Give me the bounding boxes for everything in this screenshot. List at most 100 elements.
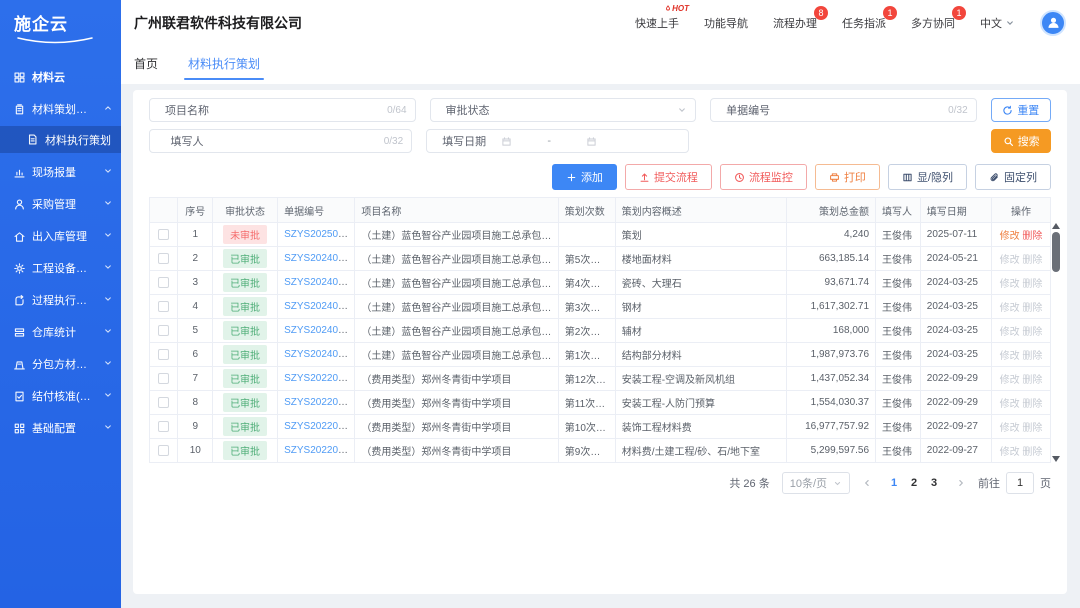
approval-status-filter[interactable]: 审批状态 — [430, 98, 697, 122]
row-checkbox[interactable] — [158, 397, 169, 408]
row-checkbox[interactable] — [158, 253, 169, 264]
delete-action[interactable]: 删除 — [1022, 327, 1042, 338]
sidebar-item-2[interactable]: 材料执行策划 — [0, 126, 121, 153]
tab-material-execution-planning[interactable]: 材料执行策划 — [188, 55, 260, 84]
doc-no-link[interactable]: SZYS2022091700 — [284, 421, 355, 432]
amount-cell: 1,437,052.34 — [786, 367, 875, 391]
sidebar-item-3[interactable]: 现场报量 — [0, 156, 121, 188]
edit-action[interactable]: 修改 — [1000, 399, 1020, 410]
page-number-1[interactable]: 1 — [884, 477, 904, 489]
toolbar-button-1[interactable]: 提交流程 — [625, 164, 712, 190]
write-date-filter[interactable]: 填写日期 - — [426, 129, 689, 153]
toolbar-button-5[interactable]: 固定列 — [975, 164, 1051, 190]
doc-no-link[interactable]: SZYS2022091709 — [284, 373, 355, 384]
toolbar-button-4[interactable]: 显/隐列 — [888, 164, 967, 190]
page-number-2[interactable]: 2 — [904, 477, 924, 489]
edit-action[interactable]: 修改 — [1000, 279, 1020, 290]
header-nav-item-1[interactable]: 功能导航 — [704, 15, 748, 31]
toolbar-button-2[interactable]: 流程监控 — [720, 164, 807, 190]
sidebar-item-4[interactable]: 采购管理 — [0, 188, 121, 220]
pagination: 共 26 条 10条/页 123 前往 页 — [149, 472, 1051, 494]
edit-action[interactable]: 修改 — [1000, 231, 1020, 242]
scroll-up-icon[interactable] — [1052, 223, 1060, 229]
header-nav-item-4[interactable]: 多方协同1 — [911, 15, 955, 31]
language-switcher[interactable]: 中文 — [980, 15, 1015, 31]
row-checkbox[interactable] — [158, 277, 169, 288]
row-checkbox[interactable] — [158, 421, 169, 432]
doc-no-link[interactable]: SZYS2024033301 — [284, 349, 355, 360]
doc-no-link[interactable]: SZYS2024033302 — [284, 325, 355, 336]
goto-page-input[interactable] — [1006, 472, 1034, 494]
row-checkbox[interactable] — [158, 373, 169, 384]
user-avatar[interactable] — [1040, 10, 1066, 36]
row-checkbox[interactable] — [158, 445, 169, 456]
doc-no-input[interactable] — [785, 104, 940, 116]
header-nav-item-3[interactable]: 任务指派1 — [842, 15, 886, 31]
table-vertical-scrollbar[interactable] — [1052, 223, 1061, 462]
tab-home[interactable]: 首页 — [134, 55, 158, 84]
sidebar-item-6[interactable]: 工程设备管理 — [0, 252, 121, 284]
delete-action[interactable]: 删除 — [1022, 231, 1042, 242]
project-name-input[interactable] — [224, 104, 379, 116]
row-checkbox[interactable] — [158, 349, 169, 360]
sidebar-item-9[interactable]: 分包方材料管理 — [0, 348, 121, 380]
gear-icon — [13, 262, 26, 275]
sidebar-item-0[interactable]: 材料云 — [0, 61, 121, 93]
row-checkbox[interactable] — [158, 301, 169, 312]
doc-no-link[interactable]: SZYS2022091708 — [284, 397, 355, 408]
scroll-down-icon[interactable] — [1052, 456, 1060, 462]
toolbar-button-label: 流程监控 — [749, 169, 793, 185]
edit-action[interactable]: 修改 — [1000, 423, 1020, 434]
doc-no-link[interactable]: SZYS2024053413 — [284, 253, 355, 264]
amount-cell: 168,000 — [786, 319, 875, 343]
delete-action[interactable]: 删除 — [1022, 351, 1042, 362]
doc-no-link[interactable]: SZYS2025074071 — [284, 229, 355, 240]
header-nav-item-0[interactable]: 快速上手HOT — [635, 15, 679, 31]
edit-action[interactable]: 修改 — [1000, 375, 1020, 386]
page-number-3[interactable]: 3 — [924, 477, 944, 489]
sidebar-item-1[interactable]: 材料策划管理 — [0, 93, 121, 125]
status-badge: 已审批 — [223, 417, 267, 436]
delete-action[interactable]: 删除 — [1022, 399, 1042, 410]
edit-action[interactable]: 修改 — [1000, 447, 1020, 458]
doc-no-filter: 单据编号 0/32 — [710, 98, 977, 122]
row-checkbox[interactable] — [158, 229, 169, 240]
edit-action[interactable]: 修改 — [1000, 327, 1020, 338]
delete-action[interactable]: 删除 — [1022, 423, 1042, 434]
delete-action[interactable]: 删除 — [1022, 279, 1042, 290]
toolbar-button-3[interactable]: 打印 — [815, 164, 880, 190]
sidebar-item-7[interactable]: 过程执行跟踪 — [0, 284, 121, 316]
sidebar-item-10[interactable]: 结付核准(供方报) — [0, 380, 121, 412]
page-size-select[interactable]: 10条/页 — [782, 472, 850, 494]
doc-no-link[interactable]: SZYS2022091699 — [284, 445, 355, 456]
writer-cell: 王俊伟 — [876, 391, 921, 415]
header-nav-items: 快速上手HOT 功能导航 流程办理8 任务指派1 多方协同1 — [635, 15, 955, 31]
doc-no-link[interactable]: SZYS2024033304 — [284, 277, 355, 288]
reset-button[interactable]: 重置 — [991, 98, 1051, 122]
header-nav-item-2[interactable]: 流程办理8 — [773, 15, 817, 31]
toolbar-button-0[interactable]: 添加 — [552, 164, 617, 190]
delete-action[interactable]: 删除 — [1022, 303, 1042, 314]
doc-no-link[interactable]: SZYS2024033303 — [284, 301, 355, 312]
edit-action[interactable]: 修改 — [1000, 255, 1020, 266]
sidebar-item-5[interactable]: 出入库管理 — [0, 220, 121, 252]
sidebar-item-11[interactable]: 基础配置 — [0, 412, 121, 444]
date-cell: 2024-03-25 — [920, 343, 991, 367]
summary-cell: 材料费/土建工程/砂、石/地下室 — [615, 439, 786, 463]
row-checkbox[interactable] — [158, 325, 169, 336]
writer-input[interactable] — [224, 135, 376, 147]
delete-action[interactable]: 删除 — [1022, 375, 1042, 386]
sidebar-item-label: 分包方材料管理 — [32, 356, 97, 372]
edit-action[interactable]: 修改 — [1000, 351, 1020, 362]
amount-cell: 93,671.74 — [786, 271, 875, 295]
search-button[interactable]: 搜索 — [991, 129, 1051, 153]
column-header: 序号 — [178, 198, 213, 223]
edit-action[interactable]: 修改 — [1000, 303, 1020, 314]
delete-action[interactable]: 删除 — [1022, 447, 1042, 458]
delete-action[interactable]: 删除 — [1022, 255, 1042, 266]
sidebar-item-8[interactable]: 仓库统计 — [0, 316, 121, 348]
scrollbar-thumb[interactable] — [1052, 232, 1060, 272]
prev-page-icon[interactable] — [862, 478, 872, 488]
status-badge: 已审批 — [223, 321, 267, 340]
next-page-icon[interactable] — [956, 478, 966, 488]
